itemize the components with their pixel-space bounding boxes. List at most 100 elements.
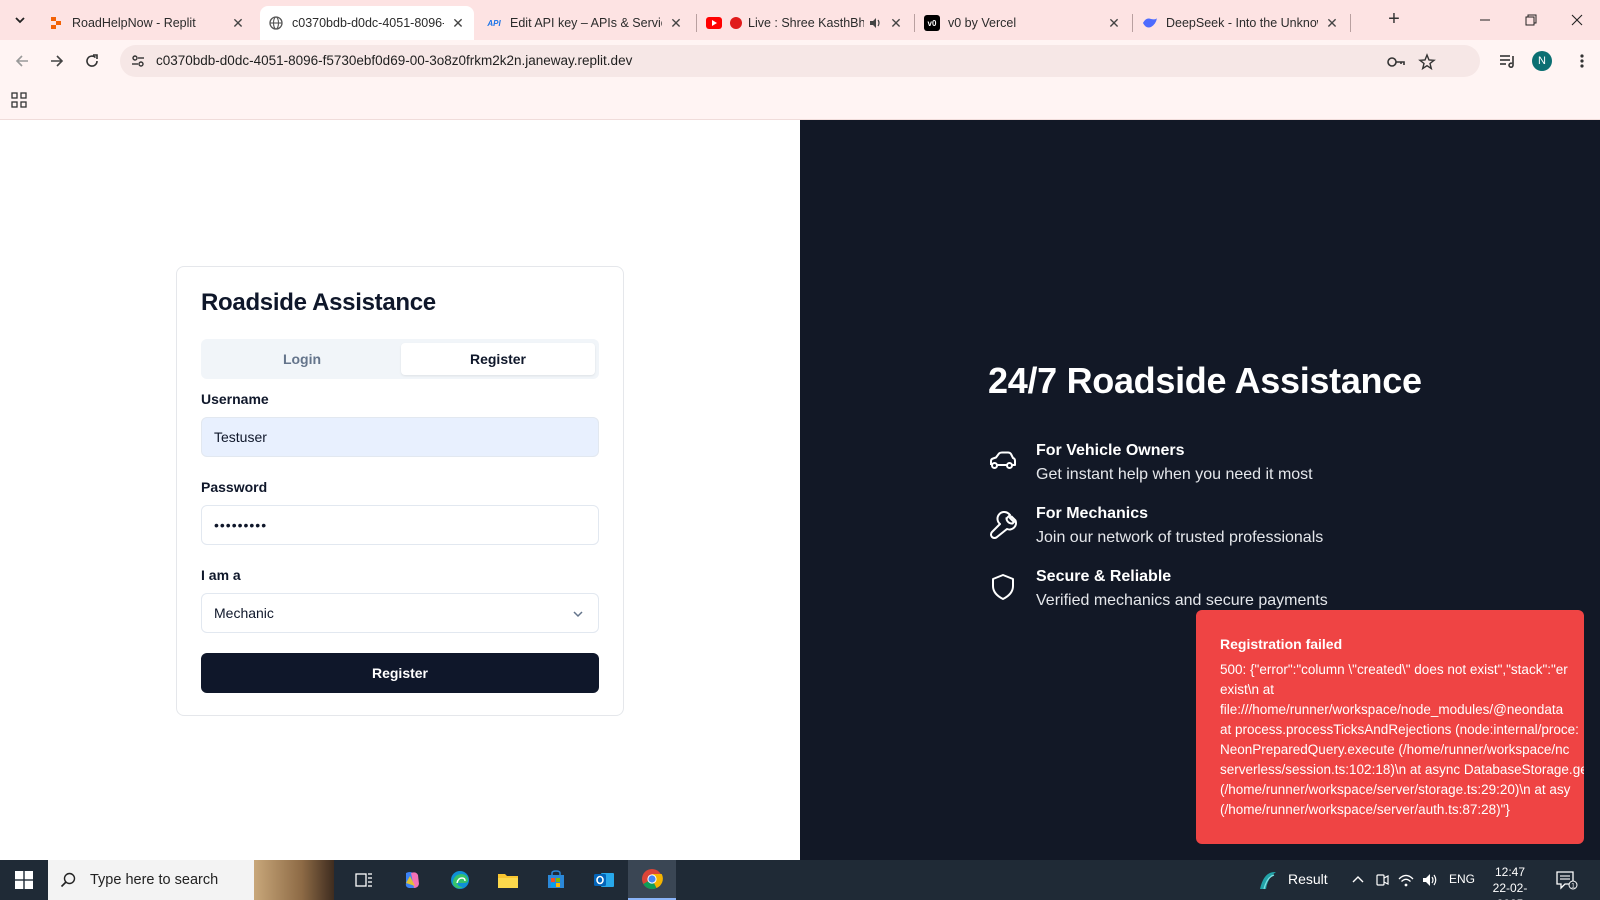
close-icon[interactable]: ✕ [668, 15, 684, 31]
bookmarks-bar [0, 82, 1600, 120]
apps-grid-icon[interactable] [11, 92, 27, 108]
site-settings-icon[interactable] [130, 53, 146, 69]
weather-icon[interactable] [1256, 869, 1278, 891]
username-input[interactable]: Testuser [201, 417, 599, 457]
chevron-down-icon [570, 606, 586, 622]
minimize-icon[interactable] [1462, 8, 1508, 32]
tab-search-menu-icon[interactable] [8, 8, 32, 32]
auth-tabs: Login Register [201, 339, 599, 379]
feature-title: For Mechanics [1036, 505, 1149, 522]
register-button[interactable]: Register [201, 653, 599, 693]
profile-avatar[interactable]: N [1532, 51, 1552, 71]
close-icon[interactable]: ✕ [888, 15, 904, 31]
browser-tab-deepseek[interactable]: DeepSeek - Into the Unknow ✕ [1134, 6, 1348, 40]
tab-register[interactable]: Register [401, 343, 595, 375]
clock[interactable]: 12:47 22-02-2025 [1480, 864, 1540, 900]
tab-separator [1350, 14, 1351, 32]
youtube-icon [706, 15, 722, 31]
live-dot-icon [730, 17, 742, 29]
close-icon[interactable]: ✕ [230, 15, 246, 31]
task-view-icon[interactable] [340, 860, 388, 900]
outlook-icon[interactable] [580, 860, 628, 900]
taskbar-search-box[interactable]: Type here to search [48, 860, 334, 900]
password-key-icon[interactable] [1386, 53, 1405, 71]
globe-icon [268, 15, 284, 31]
browser-tab-replit[interactable]: RoadHelpNow - Replit ✕ [40, 6, 254, 40]
username-label: Username [201, 391, 269, 407]
hero-title: 24/7 Roadside Assistance [988, 360, 1422, 401]
windows-start-icon[interactable] [0, 860, 48, 900]
feature-mechanics: For Mechanics Join our network of truste… [988, 505, 1548, 555]
restore-icon[interactable] [1508, 8, 1554, 32]
chrome-icon[interactable] [628, 860, 676, 900]
toast-line: exist\n at [1220, 682, 1275, 697]
password-input[interactable]: ••••••••• [201, 505, 599, 545]
browser-tab-api[interactable]: API Edit API key – APIs & Service ✕ [478, 6, 692, 40]
browser-tab-active[interactable]: c0370bdb-d0dc-4051-8096-f ✕ [260, 6, 474, 40]
feature-title: Secure & Reliable [1036, 568, 1172, 585]
address-bar[interactable]: c0370bdb-d0dc-4051-8096-f5730ebf0d69-00-… [120, 45, 1480, 77]
password-value: ••••••••• [214, 517, 268, 533]
toast-line: NeonPreparedQuery.execute (/home/runner/… [1220, 742, 1570, 757]
tab-title: v0 by Vercel [948, 16, 1017, 30]
tab-title: Live : Shree KasthBha [748, 16, 864, 30]
error-toast[interactable]: Registration failed 500: {"error":"colum… [1196, 610, 1584, 844]
tab-title: RoadHelpNow - Replit [72, 16, 196, 30]
browser-tab-v0[interactable]: v0 v0 by Vercel ✕ [916, 6, 1130, 40]
shield-icon [988, 572, 1018, 602]
kebab-menu-icon[interactable] [1570, 49, 1594, 73]
toast-message: 500: {"error":"column \"created\" does n… [1220, 660, 1584, 820]
tab-title: c0370bdb-d0dc-4051-8096-f [292, 16, 444, 30]
browser-tab-youtube[interactable]: Live : Shree KasthBha ✕ [698, 6, 912, 40]
tab-separator [696, 14, 697, 32]
close-icon[interactable]: ✕ [1324, 15, 1340, 31]
meet-now-icon[interactable] [1374, 872, 1390, 888]
role-value: Mechanic [214, 605, 274, 621]
language-indicator[interactable]: ENG [1449, 872, 1475, 886]
copilot-icon[interactable] [388, 860, 436, 900]
notification-count: 1 [1571, 883, 1575, 890]
v0-icon: v0 [924, 15, 940, 31]
notifications-icon[interactable]: 1 [1556, 870, 1578, 890]
role-select[interactable]: Mechanic [201, 593, 599, 633]
toast-line: (/home/runner/workspace/server/auth.ts:8… [1220, 802, 1510, 817]
weather-label[interactable]: Result [1288, 871, 1328, 887]
address-url[interactable]: c0370bdb-d0dc-4051-8096-f5730ebf0d69-00-… [156, 53, 632, 68]
search-placeholder: Type here to search [90, 872, 219, 888]
api-icon: API [487, 18, 501, 28]
wrench-icon [988, 509, 1018, 540]
window-close-icon[interactable] [1554, 8, 1600, 32]
new-tab-button[interactable]: + [1384, 9, 1404, 30]
search-highlight-image[interactable] [254, 860, 334, 900]
back-icon[interactable] [10, 49, 34, 73]
reload-icon[interactable] [80, 49, 104, 73]
file-explorer-icon[interactable] [484, 860, 532, 900]
forward-icon[interactable] [45, 49, 69, 73]
bookmark-star-icon[interactable] [1418, 53, 1436, 71]
media-controls-icon[interactable] [1496, 49, 1520, 73]
car-icon [988, 446, 1018, 476]
feature-title: For Vehicle Owners [1036, 442, 1185, 459]
chevron-up-icon[interactable] [1350, 872, 1366, 888]
close-icon[interactable]: ✕ [450, 15, 466, 31]
wifi-icon[interactable] [1398, 872, 1414, 888]
tab-title: DeepSeek - Into the Unknow [1166, 16, 1318, 30]
toast-line: at process.processTicksAndRejections (no… [1220, 722, 1579, 737]
toast-line: file:///home/runner/workspace/node_modul… [1220, 702, 1564, 717]
speaker-icon[interactable] [868, 16, 882, 30]
tab-login[interactable]: Login [205, 343, 399, 375]
role-label: I am a [201, 567, 241, 583]
edge-browser-icon[interactable] [436, 860, 484, 900]
clock-time: 12:47 [1494, 865, 1526, 879]
feature-description: Join our network of trusted professional… [1036, 529, 1324, 546]
volume-icon[interactable] [1422, 872, 1438, 888]
username-value: Testuser [214, 429, 267, 445]
close-icon[interactable]: ✕ [1106, 15, 1122, 31]
deepseek-icon [1142, 15, 1158, 31]
toast-line: serverless/session.ts:102:18)\n at async… [1220, 762, 1584, 777]
feature-description: Get instant help when you need it most [1036, 466, 1313, 483]
microsoft-store-icon[interactable] [532, 860, 580, 900]
toast-title: Registration failed [1220, 636, 1343, 652]
feature-vehicle-owners: For Vehicle Owners Get instant help when… [988, 442, 1548, 492]
tab-title: Edit API key – APIs & Service [510, 16, 662, 30]
